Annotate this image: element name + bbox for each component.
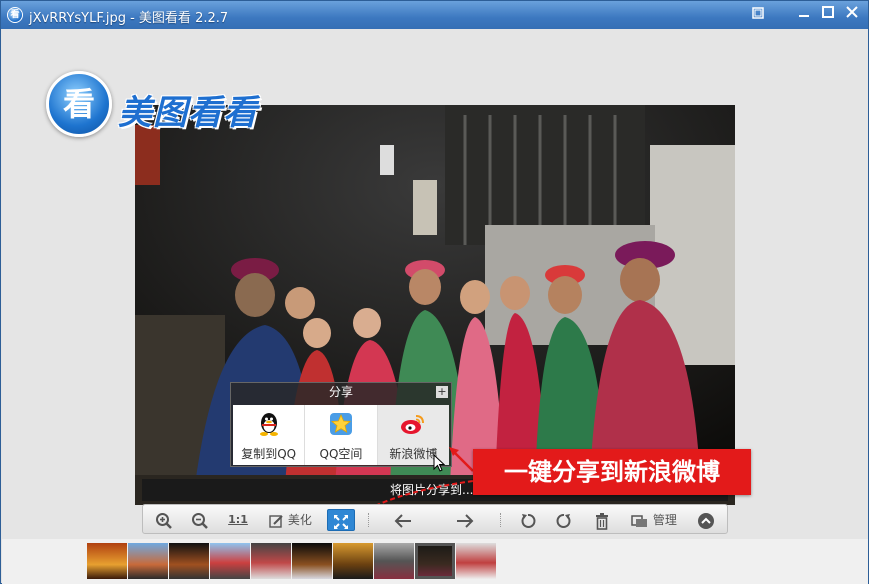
thumbnail[interactable]	[333, 543, 373, 579]
delete-icon[interactable]	[591, 509, 613, 531]
window-title: jXvRRYsYLF.jpg - 美图看看 2.2.7	[29, 11, 229, 26]
thumbnail[interactable]	[374, 543, 414, 579]
next-image-icon[interactable]	[453, 509, 477, 531]
title-bar[interactable]: 看 jXvRRYsYLF.jpg - 美图看看 2.2.7	[1, 1, 868, 29]
share-callout-label: 一键分享到新浪微博	[473, 449, 751, 495]
beautify-label: 美化	[287, 513, 312, 527]
beautify-button[interactable]: 美化	[265, 509, 315, 531]
logo-badge: 看	[46, 71, 112, 137]
app-window: 看 jXvRRYsYLF.jpg - 美图看看 2.2.7 看 美图看看 分享 …	[0, 0, 869, 584]
minimize-button[interactable]	[795, 6, 813, 24]
collapse-toolbar-icon[interactable]	[695, 509, 717, 531]
thumbnail-selected[interactable]	[415, 543, 455, 579]
thumbnail[interactable]	[210, 543, 250, 579]
fit-window-button[interactable]	[327, 509, 355, 531]
viewer-toolbar: 1:1 美化 管理	[142, 504, 728, 534]
zoom-out-icon[interactable]	[189, 509, 211, 531]
thumbnail[interactable]	[292, 543, 332, 579]
close-button[interactable]	[843, 6, 861, 24]
thumbnail[interactable]	[87, 543, 127, 579]
zoom-in-icon[interactable]	[153, 509, 175, 531]
toolbar-divider	[368, 513, 369, 527]
share-item-label: 复制到QQ	[241, 447, 297, 461]
rotate-left-icon[interactable]	[517, 509, 539, 531]
restore-fullscreen-icon[interactable]	[749, 6, 767, 24]
toolbar-divider	[500, 513, 501, 527]
thumbnail[interactable]	[169, 543, 209, 579]
mouse-cursor-icon	[433, 453, 446, 472]
app-logo-icon: 看	[7, 7, 23, 23]
folder-icon	[631, 514, 648, 527]
thumbnail[interactable]	[456, 543, 496, 579]
previous-image-icon[interactable]	[391, 509, 415, 531]
manage-label: 管理	[652, 513, 677, 527]
manage-button[interactable]: 管理	[627, 509, 681, 531]
rotate-right-icon[interactable]	[553, 509, 575, 531]
share-panel-expand-button[interactable]: +	[436, 386, 448, 398]
logo-text: 美图看看	[118, 93, 258, 133]
fit-window-icon	[334, 514, 348, 529]
share-item-copy-to-qq[interactable]: 复制到QQ	[233, 405, 306, 465]
maximize-button[interactable]	[819, 6, 837, 24]
thumbnail[interactable]	[251, 543, 291, 579]
actual-size-button[interactable]: 1:1	[225, 509, 251, 531]
share-panel-title: 分享	[328, 385, 353, 399]
meitu-logo: 看 美图看看	[46, 71, 326, 143]
qq-penguin-icon	[256, 411, 282, 437]
thumbnail-strip	[2, 539, 868, 584]
thumbnail[interactable]	[128, 543, 168, 579]
